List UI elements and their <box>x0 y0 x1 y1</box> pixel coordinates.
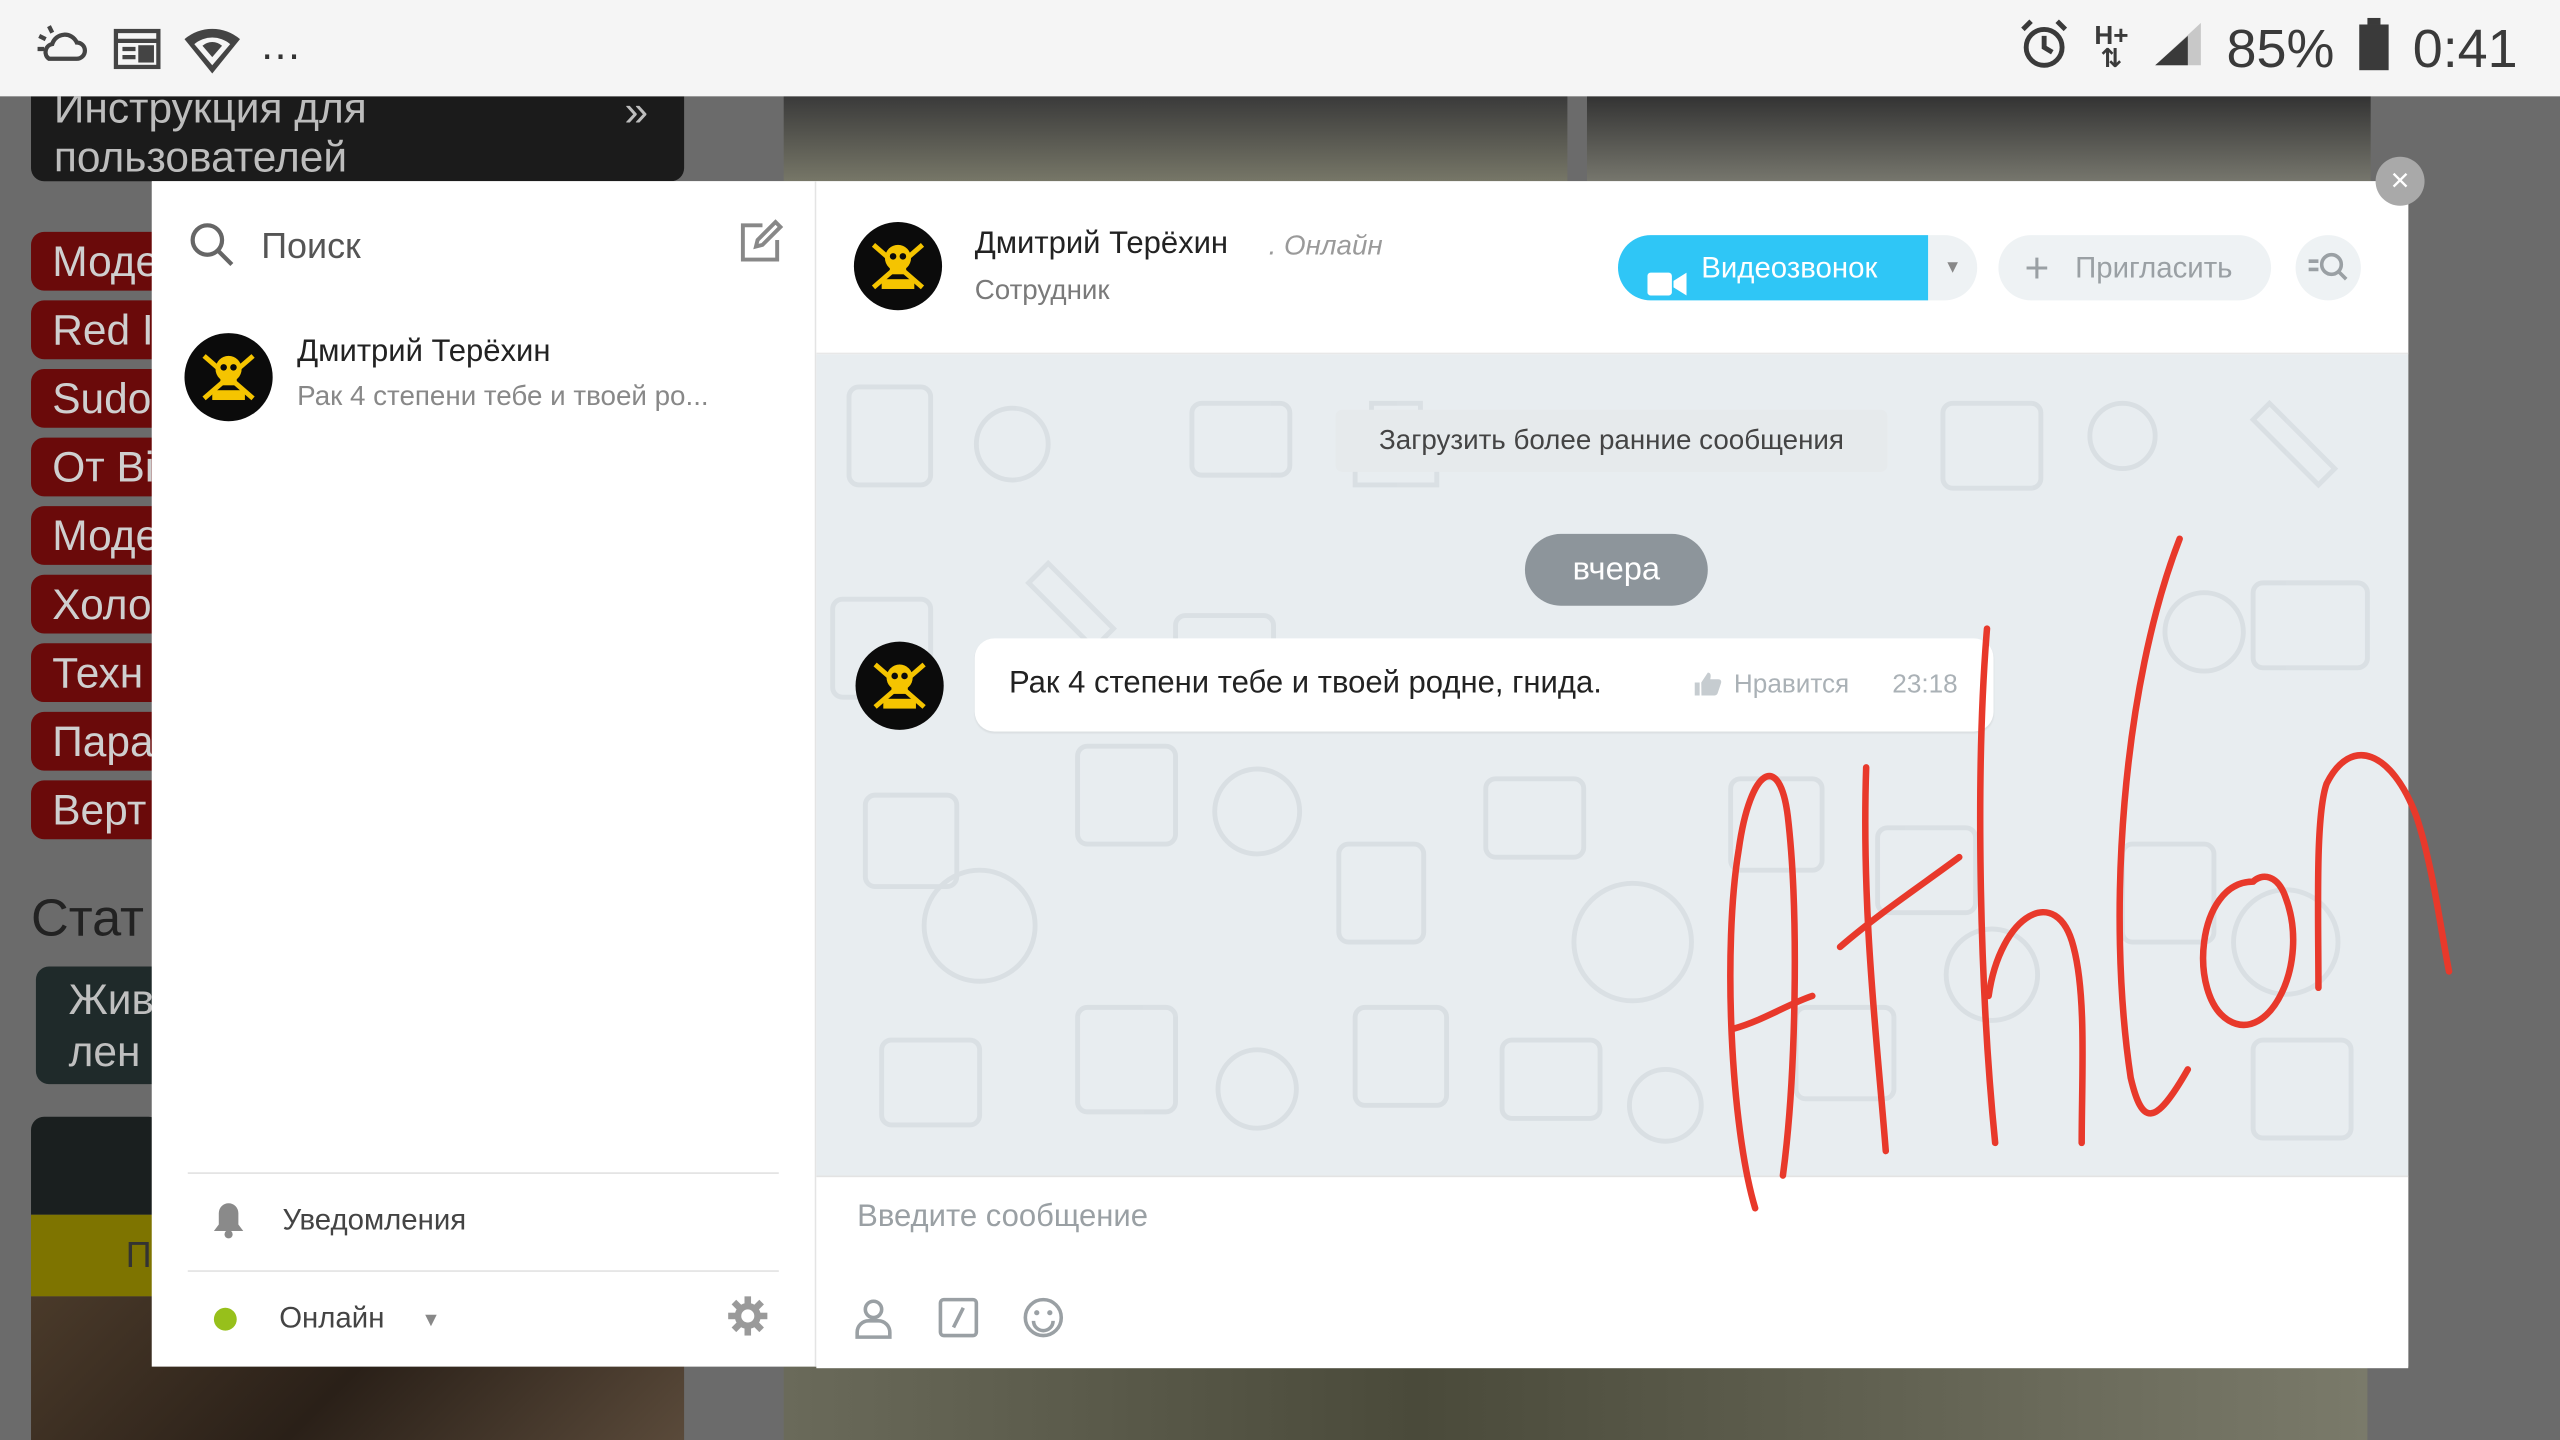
status-bar: ... H+ ⇅ 85% 0:41 <box>0 0 2560 97</box>
close-messenger-button[interactable]: × <box>2375 156 2425 206</box>
background-block <box>31 1116 162 1215</box>
search-messages-icon <box>2308 252 2348 281</box>
chat-background-pattern <box>830 384 2370 1144</box>
date-divider: вчера <box>1524 533 1708 606</box>
battery-percent: 85% <box>2226 17 2335 78</box>
data-arrows-icon: ⇅ <box>2100 44 2123 73</box>
skull-logo-icon <box>871 243 925 290</box>
compose-icon[interactable] <box>736 217 785 274</box>
contact-online-status: . Онлайн <box>1268 230 1383 262</box>
search-messages-button[interactable] <box>2295 235 2361 301</box>
chat-name: Дмитрий Терёхин <box>297 334 551 369</box>
skull-logo-icon <box>202 354 255 401</box>
avatar[interactable] <box>855 641 944 730</box>
banner-line-1: Инструкция для <box>53 96 367 133</box>
invite-label: Пригласить <box>2075 251 2233 285</box>
signal-icon <box>2151 20 2203 77</box>
contact-name[interactable]: Дмитрий Терёхин <box>975 227 1228 263</box>
bell-icon <box>211 1200 247 1247</box>
chevron-down-icon: ▼ <box>1943 257 1962 278</box>
section-heading: Стат <box>31 888 144 947</box>
conversation-header: Дмитрий Терёхин . Онлайн Сотрудник Видео… <box>816 181 2409 355</box>
conversation-panel: Дмитрий Терёхин . Онлайн Сотрудник Видео… <box>816 181 2409 1369</box>
plus-icon: + <box>2024 243 2050 293</box>
message-list[interactable]: Загрузить более ранние сообщения вчера Р… <box>816 354 2409 1176</box>
online-status-icon <box>213 1307 237 1331</box>
message-composer: Введите сообщение <box>816 1175 2409 1369</box>
skull-logo-icon <box>873 662 926 709</box>
video-call-button[interactable]: Видеозвонок <box>1618 235 1929 301</box>
banner-line-2: пользователей <box>53 132 348 182</box>
wifi-icon <box>183 21 242 85</box>
search-input[interactable]: Поиск <box>261 225 361 267</box>
emoji-icon[interactable] <box>1022 1296 1064 1347</box>
weather-icon <box>33 20 92 87</box>
video-call-options-button[interactable]: ▼ <box>1928 235 1978 301</box>
clock: 0:41 <box>2412 17 2518 78</box>
thumbs-up-icon[interactable] <box>1693 671 1722 705</box>
divider <box>187 1270 779 1272</box>
message-timestamp: 23:18 <box>1892 671 1958 699</box>
live-feed-button[interactable]: Жив лен <box>35 966 167 1085</box>
video-camera-icon <box>1647 255 1687 320</box>
gear-icon[interactable] <box>727 1295 769 1346</box>
contact-role: Сотрудник <box>974 274 1110 306</box>
chat-list-item[interactable]: Дмитрий Терёхин Рак 4 степени тебе и тво… <box>184 331 791 422</box>
chat-preview: Рак 4 степени тебе и твоей ро... <box>297 380 709 412</box>
command-icon[interactable] <box>937 1296 979 1347</box>
background-photo <box>1586 96 2371 187</box>
message-input[interactable]: Введите сообщение <box>857 1200 1148 1236</box>
user-mention-icon[interactable] <box>852 1296 894 1347</box>
recent-chats-panel: Поиск Дмитрий Терёхин Рак 4 степени тебе… <box>151 181 817 1367</box>
battery-icon <box>2357 16 2390 80</box>
alarm-icon <box>2016 16 2072 80</box>
messenger-window: Поиск Дмитрий Терёхин Рак 4 степени тебе… <box>151 181 2409 1369</box>
invite-button[interactable]: + Пригласить <box>1998 235 2272 301</box>
background-photo <box>783 96 1568 187</box>
network-hplus-icon: H+ ⇅ <box>2094 23 2128 73</box>
news-icon <box>111 23 163 83</box>
overflow-indicator: ... <box>261 19 302 69</box>
divider <box>187 1172 779 1174</box>
search-box[interactable]: Поиск <box>188 217 786 276</box>
live-feed-line-2: лен <box>68 1026 141 1076</box>
search-icon <box>188 220 237 277</box>
avatar[interactable] <box>853 222 943 311</box>
load-earlier-messages-button[interactable]: Загрузить более ранние сообщения <box>1335 409 1888 472</box>
like-button[interactable]: Нравится <box>1734 671 1849 700</box>
background-photo <box>783 1366 2368 1440</box>
message-text: Рак 4 степени тебе и твоей родне, гнида. <box>1009 666 1602 701</box>
chevron-down-icon: ▼ <box>421 1307 441 1331</box>
status-selector[interactable]: Онлайн ▼ <box>213 1295 769 1346</box>
instructions-banner[interactable]: Инструкция для пользователей » <box>31 96 685 182</box>
composer-toolbar <box>852 1296 1064 1347</box>
banner-arrow-icon: » <box>624 96 649 136</box>
notifications-label: Уведомления <box>282 1203 467 1236</box>
message-bubble[interactable]: Рак 4 степени тебе и твоей родне, гнида.… <box>974 638 1994 732</box>
live-feed-line-1: Жив <box>68 974 155 1024</box>
status-label: Онлайн <box>279 1301 385 1334</box>
video-call-label: Видеозвонок <box>1701 251 1878 285</box>
avatar <box>184 333 273 422</box>
promo-strip: П <box>31 1214 162 1297</box>
